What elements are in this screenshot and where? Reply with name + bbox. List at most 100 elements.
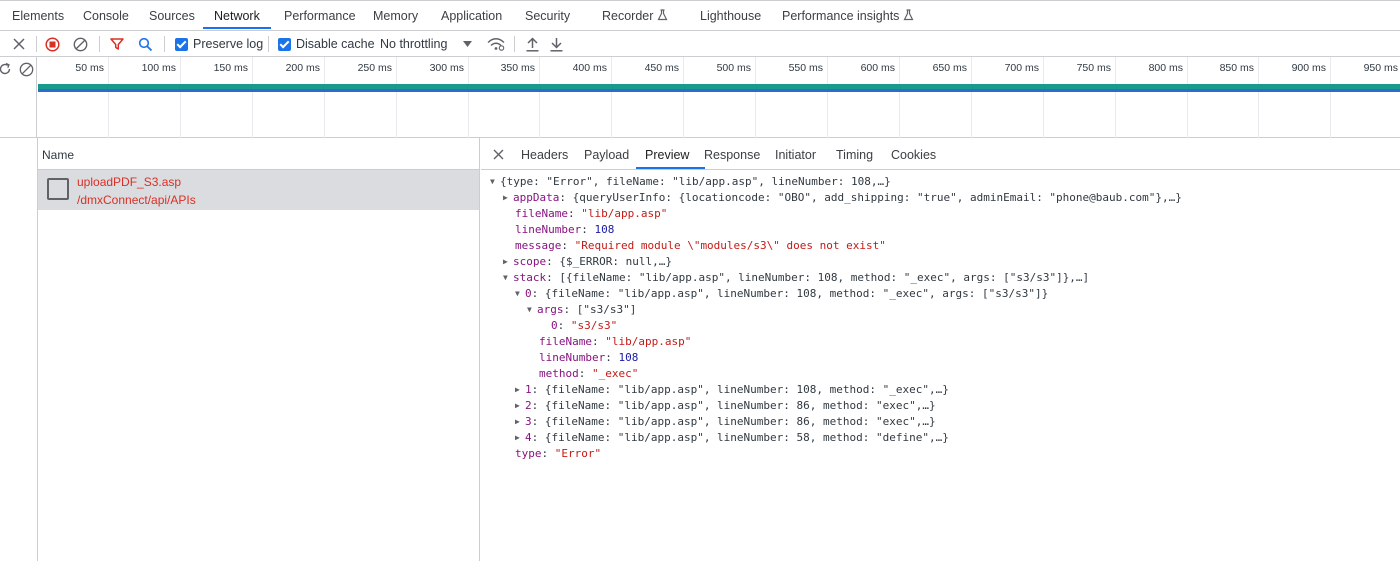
tab-application[interactable]: Application bbox=[441, 9, 502, 23]
tree-node-scope[interactable]: ▶ scope: {$_ERROR: null,…} bbox=[503, 254, 672, 270]
tab-cookies[interactable]: Cookies bbox=[891, 148, 936, 162]
tree-node-value: ["s3/s3"] bbox=[576, 303, 637, 316]
clear-button[interactable] bbox=[73, 34, 88, 54]
tree-node-stack-0-linenumber: lineNumber: 108 bbox=[539, 351, 639, 364]
tab-memory[interactable]: Memory bbox=[373, 9, 418, 23]
timeline-tick-label: 650 ms bbox=[932, 62, 967, 74]
tree-node-key: method bbox=[539, 367, 579, 380]
timeline-tick-label: 900 ms bbox=[1291, 62, 1326, 74]
tab-timing[interactable]: Timing bbox=[836, 148, 873, 162]
timeline-tick-label: 150 ms bbox=[213, 62, 248, 74]
expand-triangle-icon: ▶ bbox=[503, 193, 508, 202]
expand-triangle-icon: ▶ bbox=[515, 385, 520, 394]
export-har-button[interactable] bbox=[550, 34, 563, 54]
preserve-log-label: Preserve log bbox=[193, 37, 264, 51]
tree-node-key: 0 bbox=[525, 287, 532, 300]
flask-icon bbox=[657, 9, 668, 21]
tree-node-key: fileName bbox=[515, 207, 568, 220]
upload-icon bbox=[526, 36, 539, 52]
clear-icon bbox=[73, 37, 88, 51]
network-overview[interactable]: 50 ms 100 ms 150 ms 200 ms 250 ms 300 ms 350 m… bbox=[0, 57, 1400, 138]
tab-preview[interactable]: Preview bbox=[645, 148, 689, 162]
timeline-grid-line bbox=[108, 57, 109, 138]
tree-node-stack[interactable]: ▼ stack: [{fileName: "lib/app.asp", lineN… bbox=[503, 270, 1089, 286]
expand-triangle-icon: ▶ bbox=[515, 417, 520, 426]
close-icon[interactable] bbox=[493, 149, 504, 160]
timeline-tick-label: 750 ms bbox=[1076, 62, 1111, 74]
expand-triangle-icon: ▶ bbox=[515, 401, 520, 410]
preserve-log-checkbox[interactable]: Preserve log bbox=[175, 34, 263, 54]
tab-headers[interactable]: Headers bbox=[521, 148, 568, 162]
search-button[interactable] bbox=[138, 34, 153, 54]
timeline-grid-line bbox=[827, 57, 828, 138]
timeline-grid-line bbox=[1115, 57, 1116, 138]
tab-sources[interactable]: Sources bbox=[149, 9, 195, 23]
filter-button[interactable] bbox=[110, 34, 124, 54]
tree-node-value: "lib/app.asp" bbox=[581, 207, 668, 220]
throttling-value: No throttling bbox=[380, 37, 448, 51]
toolbar-divider bbox=[36, 36, 37, 52]
tab-lighthouse[interactable]: Lighthouse bbox=[700, 9, 761, 23]
tree-node-value: {fileName: "lib/app.asp", lineNumber: 86… bbox=[544, 415, 936, 428]
tab-initiator[interactable]: Initiator bbox=[775, 148, 816, 162]
collapse-triangle-icon: ▼ bbox=[490, 177, 495, 186]
tree-node-key: lineNumber bbox=[539, 351, 606, 364]
tree-node-linenumber: lineNumber: 108 bbox=[515, 223, 615, 236]
timeline-grid-line bbox=[539, 57, 540, 138]
tab-elements[interactable]: Elements bbox=[12, 9, 64, 23]
tree-node-value: "lib/app.asp" bbox=[605, 335, 692, 348]
tab-network[interactable]: Network bbox=[214, 9, 260, 23]
tree-node-filename: fileName: "lib/app.asp" bbox=[515, 207, 668, 220]
tree-node-stack-4[interactable]: ▶ 4: {fileName: "lib/app.asp", lineNumber… bbox=[515, 430, 949, 446]
tab-console[interactable]: Console bbox=[83, 9, 129, 23]
tab-security[interactable]: Security bbox=[525, 9, 570, 23]
tab-performance-insights[interactable]: Performance insights bbox=[782, 9, 914, 23]
timeline-tick-label: 800 ms bbox=[1148, 62, 1183, 74]
collapse-triangle-icon: ▼ bbox=[515, 289, 520, 298]
tab-performance-insights-label: Performance insights bbox=[782, 9, 900, 23]
tree-node-stack-1[interactable]: ▶ 1: {fileName: "lib/app.asp", lineNumber… bbox=[515, 382, 949, 398]
tree-node-args-0: 0: "s3/s3" bbox=[551, 319, 618, 332]
network-toolbar: Preserve log Disable cache No throttling bbox=[0, 31, 1400, 57]
timeline-grid-line bbox=[1043, 57, 1044, 138]
request-name: uploadPDF_S3.asp bbox=[77, 175, 182, 189]
left-gutter bbox=[0, 138, 38, 561]
tab-recorder[interactable]: Recorder bbox=[602, 9, 668, 23]
import-har-button[interactable] bbox=[526, 34, 539, 54]
throttling-select[interactable]: No throttling bbox=[380, 34, 473, 54]
tree-node-stack-3[interactable]: ▶ 3: {fileName: "lib/app.asp", lineNumber… bbox=[515, 414, 936, 430]
download-icon bbox=[550, 37, 563, 52]
timeline-grid-line bbox=[468, 57, 469, 138]
tree-node-value: {queryUserInfo: {locationcode: "OBO", ad… bbox=[572, 191, 1182, 204]
active-detail-tab-indicator bbox=[636, 167, 705, 169]
tree-node-stack-0-filename: fileName: "lib/app.asp" bbox=[539, 335, 692, 348]
close-drawer-button[interactable] bbox=[12, 34, 26, 54]
tree-node-args[interactable]: ▼ args: ["s3/s3"] bbox=[527, 302, 636, 318]
active-tab-indicator bbox=[203, 27, 271, 29]
tree-node-stack-0[interactable]: ▼ 0: {fileName: "lib/app.asp", lineNumber… bbox=[515, 286, 1048, 302]
timeline-tick-label: 950 ms bbox=[1363, 62, 1398, 74]
tree-node-value: {type: "Error", fileName: "lib/app.asp",… bbox=[500, 175, 891, 188]
tab-payload[interactable]: Payload bbox=[584, 148, 629, 162]
request-row[interactable]: uploadPDF_S3.asp /dmxConnect/api/APIs bbox=[38, 170, 479, 210]
name-column-header[interactable]: Name bbox=[38, 138, 479, 170]
request-list: Name uploadPDF_S3.asp /dmxConnect/api/AP… bbox=[38, 138, 480, 561]
timeline-grid-line bbox=[252, 57, 253, 138]
timeline-tick-label: 400 ms bbox=[572, 62, 607, 74]
reload-icon[interactable] bbox=[0, 62, 12, 76]
timeline-tick-label: 200 ms bbox=[285, 62, 320, 74]
timeline-grid-line bbox=[971, 57, 972, 138]
tree-node-value: {fileName: "lib/app.asp", lineNumber: 10… bbox=[544, 383, 949, 396]
network-conditions-button[interactable] bbox=[487, 34, 505, 54]
block-icon[interactable] bbox=[19, 62, 34, 77]
tree-node-appdata[interactable]: ▶ appData: {queryUserInfo: {locationcode:… bbox=[503, 190, 1182, 206]
tree-node-root[interactable]: ▼ {type: "Error", fileName: "lib/app.asp"… bbox=[490, 174, 891, 190]
tab-response[interactable]: Response bbox=[704, 148, 760, 162]
stop-recording-button[interactable] bbox=[45, 34, 60, 54]
expand-triangle-icon: ▶ bbox=[503, 257, 508, 266]
overview-left-column bbox=[0, 57, 37, 138]
tree-node-stack-2[interactable]: ▶ 2: {fileName: "lib/app.asp", lineNumber… bbox=[515, 398, 936, 414]
disable-cache-checkbox[interactable]: Disable cache bbox=[278, 34, 375, 54]
tree-node-key: lineNumber bbox=[515, 223, 582, 236]
tab-performance[interactable]: Performance bbox=[284, 9, 356, 23]
